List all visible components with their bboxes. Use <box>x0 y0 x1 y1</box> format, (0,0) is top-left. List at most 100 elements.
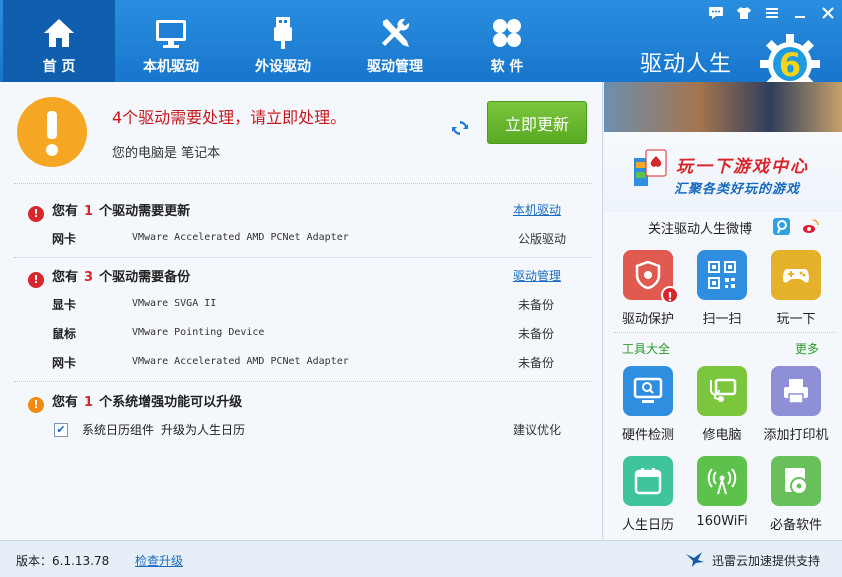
top-nav-bar: 首 页 本机驱动 外设驱动 驱动管理 软 件 驱动人生 6 <box>0 0 842 94</box>
cards-icon <box>634 149 667 186</box>
home-icon <box>44 19 74 47</box>
nav-label: 软 件 <box>490 59 524 75</box>
tencent-weibo-icon[interactable] <box>773 218 790 235</box>
wifi-tile[interactable]: 160WiFi <box>685 456 759 529</box>
skin-icon[interactable] <box>735 6 753 22</box>
alert-dot-icon: ! <box>28 397 44 413</box>
backup-status: 未备份 <box>518 298 555 312</box>
alert-dot-icon: ! <box>28 206 44 222</box>
divider <box>14 381 592 382</box>
device-type: 网卡 <box>52 232 77 246</box>
banner-title: 玩一下游戏中心 <box>676 157 809 177</box>
component-name: 系统日历组件 <box>82 423 155 437</box>
apps-grid-icon <box>493 19 521 47</box>
nav-driver-management[interactable]: 驱动管理 <box>339 0 451 82</box>
game-center-banner[interactable]: 玩一下游戏中心 汇聚各类好玩的游戏 <box>604 82 842 212</box>
divider <box>614 332 836 333</box>
svg-text:6: 6 <box>779 46 801 84</box>
wrench-screwdriver-icon <box>382 18 410 47</box>
tile-label: 玩一下 <box>776 312 816 327</box>
nav-home[interactable]: 首 页 <box>3 0 115 82</box>
section-header-upgrade: ! 您有 1 个系统增强功能可以升级 <box>28 391 242 413</box>
device-name: VMware Pointing Device <box>132 327 265 338</box>
upgrade-action: 升级为人生日历 <box>161 423 246 437</box>
nav-label: 驱动管理 <box>367 59 423 75</box>
support-credit: 迅雷云加速提供支持 <box>712 554 821 568</box>
more-tools-link[interactable]: 更多 <box>795 340 819 357</box>
repair-pc-tile[interactable]: 修电脑 <box>685 366 759 443</box>
suggestion-status: 建议优化 <box>513 423 562 437</box>
driver-status: 公版驱动 <box>518 232 567 246</box>
minimize-icon[interactable] <box>791 6 809 22</box>
section-header-backup: ! 您有 3 个驱动需要备份 <box>28 266 190 288</box>
alert-message: 4个驱动需要处理，请立即处理。 <box>112 108 347 127</box>
usb-icon <box>274 17 292 49</box>
version-label: 版本：6.1.13.78 <box>16 554 110 568</box>
follow-weibo-label: 关注驱动人生微博 <box>648 222 753 237</box>
tile-label: 扫一扫 <box>702 312 742 327</box>
menu-icon[interactable] <box>763 6 781 22</box>
tile-label: 必备软件 <box>769 518 822 533</box>
tile-label: 硬件检测 <box>621 428 674 443</box>
device-name: VMware Accelerated AMD PCNet Adapter <box>132 356 349 367</box>
monitor-icon <box>156 20 186 48</box>
banner-subtitle: 汇聚各类好玩的游戏 <box>674 182 801 197</box>
brand-name: 驱动人生 <box>640 52 733 77</box>
qr-code-icon <box>697 250 747 300</box>
device-type: 网卡 <box>52 356 77 370</box>
local-drivers-link[interactable]: 本机驱动 <box>513 201 561 218</box>
tile-label: 修电脑 <box>702 428 742 443</box>
hardware-check-tile[interactable]: 硬件检测 <box>611 366 685 443</box>
tile-label: 添加打印机 <box>763 428 829 443</box>
side-panel: 玩一下游戏中心 汇聚各类好玩的游戏 关注驱动人生微博 ! 驱动保护 扫一扫 玩一… <box>604 82 842 540</box>
nav-label: 首 页 <box>42 59 76 75</box>
shield-gear-icon: ! <box>623 250 679 304</box>
driver-protection-tile[interactable]: ! 驱动保护 <box>611 250 685 327</box>
tile-label: 人生日历 <box>621 518 674 533</box>
main-panel: 4个驱动需要处理，请立即处理。 您的电脑是 笔记本 立即更新 ! 您有 1 个驱动需要… <box>0 82 603 540</box>
computer-type: 您的电脑是 笔记本 <box>112 146 221 161</box>
hardware-scan-icon <box>623 366 673 416</box>
warning-icon <box>17 97 87 167</box>
device-type: 鼠标 <box>52 327 77 341</box>
backup-status: 未备份 <box>518 356 555 370</box>
section-header-update: ! 您有 1 个驱动需要更新 <box>28 200 190 222</box>
device-type: 显卡 <box>52 298 77 312</box>
update-now-button[interactable]: 立即更新 <box>487 101 587 144</box>
backup-status: 未备份 <box>518 327 555 341</box>
scan-tile[interactable]: 扫一扫 <box>685 250 759 327</box>
life-calendar-tile[interactable]: 人生日历 <box>611 456 685 533</box>
alert-dot-icon: ! <box>28 272 44 288</box>
wifi-antenna-icon <box>697 456 747 506</box>
status-bar: 版本：6.1.13.78 检查升级 迅雷云加速提供支持 <box>0 540 842 577</box>
nav-label: 外设驱动 <box>255 59 311 75</box>
device-name: VMware SVGA II <box>132 298 217 309</box>
close-icon[interactable] <box>819 6 837 22</box>
driver-management-link[interactable]: 驱动管理 <box>513 267 561 284</box>
banner-artwork <box>604 82 842 132</box>
disc-icon <box>771 456 821 506</box>
divider <box>14 183 592 184</box>
stethoscope-icon <box>697 366 747 416</box>
thunder-bird-icon <box>686 552 704 567</box>
upgrade-checkbox[interactable]: ✔ <box>54 423 68 437</box>
tile-label: 驱动保护 <box>621 312 674 327</box>
refresh-icon[interactable] <box>450 118 470 138</box>
message-icon[interactable] <box>707 6 725 22</box>
printer-icon <box>771 366 821 416</box>
essential-software-tile[interactable]: 必备软件 <box>759 456 833 533</box>
tile-label: 160WiFi <box>696 514 748 529</box>
play-tile[interactable]: 玩一下 <box>759 250 833 327</box>
nav-label: 本机驱动 <box>143 59 199 75</box>
nav-local-drivers[interactable]: 本机驱动 <box>115 0 227 82</box>
divider <box>14 257 592 258</box>
gamepad-icon <box>771 250 821 300</box>
nav-software[interactable]: 软 件 <box>451 0 563 82</box>
sina-weibo-icon[interactable] <box>802 218 819 235</box>
add-printer-tile[interactable]: 添加打印机 <box>759 366 833 443</box>
tools-title: 工具大全 <box>622 342 671 356</box>
device-name: VMware Accelerated AMD PCNet Adapter <box>132 232 349 243</box>
check-update-link[interactable]: 检查升级 <box>135 552 183 569</box>
calendar-icon <box>623 456 673 506</box>
nav-peripheral-drivers[interactable]: 外设驱动 <box>227 0 339 82</box>
